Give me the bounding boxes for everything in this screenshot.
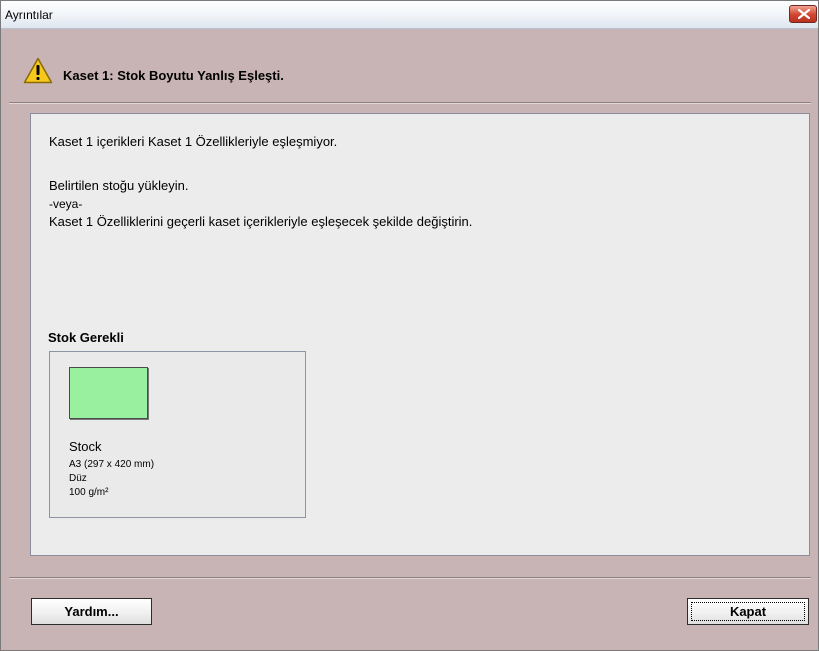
message-line-load: Belirtilen stoğu yükleyin.: [49, 178, 189, 193]
stock-required-heading: Stok Gerekli: [48, 330, 124, 345]
message-line-change: Kaset 1 Özelliklerini geçerli kaset içer…: [49, 214, 473, 229]
window-close-button[interactable]: [789, 5, 817, 23]
title-bar[interactable]: Ayrıntılar: [1, 1, 818, 29]
close-icon: [798, 9, 810, 19]
stock-color-swatch: [69, 367, 148, 419]
stock-name: Stock: [69, 439, 102, 454]
details-panel: Kaset 1 içerikleri Kaset 1 Özellikleriyl…: [30, 113, 810, 556]
error-title: Kaset 1: Stok Boyutu Yanlış Eşleşti.: [63, 68, 284, 83]
close-button[interactable]: Kapat: [687, 598, 809, 625]
stock-size: A3 (297 x 420 mm): [69, 459, 155, 470]
help-button[interactable]: Yardım...: [31, 598, 152, 625]
header-divider: [9, 102, 811, 104]
close-button-label: Kapat: [729, 604, 767, 619]
stock-weight: 100 g/m²: [69, 487, 109, 498]
window-title: Ayrıntılar: [5, 8, 53, 22]
stock-card: Stock A3 (297 x 420 mm) Düz 100 g/m²: [49, 351, 306, 518]
stock-type: Düz: [69, 473, 87, 484]
message-line-mismatch: Kaset 1 içerikleri Kaset 1 Özellikleriyl…: [49, 134, 338, 149]
warning-icon: [23, 57, 53, 84]
dialog-window: Ayrıntılar Kaset 1: Stok Boyutu Yanlış E…: [0, 0, 819, 651]
message-line-or: -veya-: [49, 197, 83, 211]
footer-divider: [9, 577, 811, 579]
